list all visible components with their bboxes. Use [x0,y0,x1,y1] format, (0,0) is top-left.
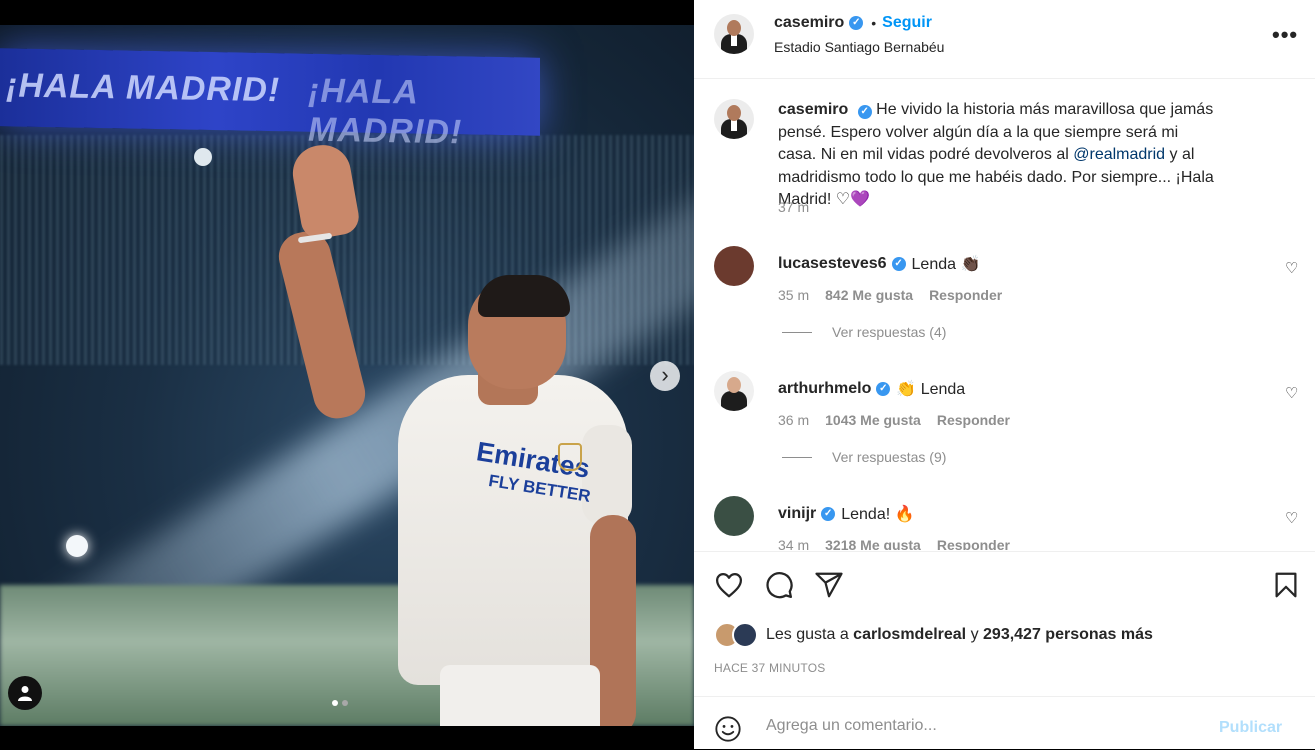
comment-item: lucasesteves6 ✓ Lenda 👏🏿 35 m 842 Me gus… [714,246,1304,356]
liker-username[interactable]: carlosmdelreal [853,626,966,643]
banner-text-repeat: ¡HALA MADRID! [308,71,463,152]
comment-line: arthurhmelo ✓ 👏 Lenda [778,379,965,399]
mention-link[interactable]: @realmadrid [1073,146,1165,163]
bookmark-icon[interactable] [1271,570,1301,600]
heart-icon[interactable]: ♡ [1285,509,1298,527]
caption-timestamp[interactable]: 37 m [778,199,809,215]
comment-meta: 35 m 842 Me gusta Responder [778,287,1002,303]
view-replies-button[interactable]: Ver respuestas (4) [782,324,946,340]
heart-icon[interactable]: ♡ [1285,259,1298,277]
header-user-line: casemiro ✓ • Seguir [774,14,932,32]
comment-item: arthurhmelo ✓ 👏 Lenda 36 m 1043 Me gusta… [714,371,1304,481]
reply-button[interactable]: Responder [929,287,1002,303]
comment-likes[interactable]: 1043 Me gusta [825,412,921,428]
comment-time[interactable]: 36 m [778,412,809,428]
like-heart-icon[interactable] [714,570,744,600]
comment-input[interactable] [764,709,1198,743]
verified-badge-icon: ✓ [857,105,872,119]
club-crest [558,443,582,471]
comment-item: vinijr ✓ Lenda! 🔥 34 m 3218 Me gusta Res… [714,496,1304,550]
player-hair [478,275,570,317]
view-replies-label: Ver respuestas (4) [832,324,947,340]
comment-line: lucasesteves6 ✓ Lenda 👏🏿 [778,254,980,274]
likes-count[interactable]: 293,427 personas más [983,626,1153,643]
replies-divider [782,331,812,333]
replies-divider [782,456,812,458]
comment-meta: 36 m 1043 Me gusta Responder [778,412,1010,428]
carousel-indicator [332,700,348,706]
carousel-dot [342,700,348,706]
comment-username[interactable]: lucasesteves6 [778,255,887,273]
avatar-suit [721,391,747,411]
stadium-light [66,535,88,557]
chevron-right-icon: › [661,362,669,387]
more-options-icon[interactable]: ••• [1272,22,1298,48]
verified-badge-icon: ✓ [876,382,891,396]
comment-text: 👏 Lenda [896,381,966,398]
liker-avatar[interactable] [732,622,758,648]
emoji-smiley-icon[interactable] [714,715,742,743]
likes-summary: Les gusta a carlosmdelreal y 293,427 per… [714,622,1153,648]
post-panel: casemiro ✓ • Seguir Estadio Santiago Ber… [694,0,1315,749]
avatar[interactable] [714,496,754,536]
comment-text: Lenda! 🔥 [841,506,915,523]
stadium-banner: ¡HALA MADRID! ¡HALA MADRID! [0,48,540,151]
comment-username[interactable]: vinijr [778,505,816,523]
avatar-face [727,105,741,121]
comment-likes[interactable]: 842 Me gusta [825,287,913,303]
likes-middle: y [966,626,984,643]
post-actions [694,551,1315,616]
white-heart-emoji: ♡ [835,191,851,208]
player-shorts [440,665,600,726]
comments-list[interactable]: casemiro ✓ He vivido la historia más mar… [694,79,1315,550]
user-icon [18,686,32,701]
comment-username[interactable]: arthurhmelo [778,380,871,398]
avatar-face [727,20,741,36]
verified-badge-icon: ✓ [821,507,836,521]
comment-bubble-icon[interactable] [764,570,794,600]
purple-heart-emoji: 💜 [850,191,871,208]
banner-text: ¡HALA MADRID! [6,66,281,110]
comment-time[interactable]: 34 m [778,537,809,550]
instagram-post-modal: ¡HALA MADRID! ¡HALA MADRID! Emirates FLY… [0,0,1315,749]
post-media: ¡HALA MADRID! ¡HALA MADRID! Emirates FLY… [0,0,694,749]
post-photo: ¡HALA MADRID! ¡HALA MADRID! Emirates FLY… [0,25,694,726]
avatar-face [727,377,741,393]
view-replies-button[interactable]: Ver respuestas (9) [782,449,946,465]
avatar[interactable] [714,246,754,286]
verified-badge-icon: ✓ [891,257,906,271]
heart-icon[interactable]: ♡ [1285,384,1298,402]
view-replies-label: Ver respuestas (9) [832,449,947,465]
avatar[interactable] [714,371,754,411]
add-comment-bar: Publicar [694,696,1315,750]
post-time-ago[interactable]: HACE 37 MINUTOS [714,661,825,675]
post-location[interactable]: Estadio Santiago Bernabéu [774,39,944,55]
comment-meta: 34 m 3218 Me gusta Responder [778,537,1010,550]
publish-button[interactable]: Publicar [1219,719,1282,737]
author-username[interactable]: casemiro [774,14,844,32]
caption-username[interactable]: casemiro [778,101,848,118]
separator-dot: • [871,15,877,31]
follow-button[interactable]: Seguir [882,14,932,32]
comment-likes[interactable]: 3218 Me gusta [825,537,921,550]
comment-time[interactable]: 35 m [778,287,809,303]
caption-text: casemiro ✓ He vivido la historia más mar… [778,99,1218,212]
next-slide-button[interactable]: › [650,361,680,391]
avatar[interactable] [714,14,754,54]
post-header: casemiro ✓ • Seguir Estadio Santiago Ber… [694,0,1315,79]
comment-line: vinijr ✓ Lenda! 🔥 [778,504,915,524]
stadium-light [194,148,212,166]
tagged-users-button[interactable] [8,676,42,710]
carousel-dot-active [332,700,338,706]
likes-text: Les gusta a carlosmdelreal y 293,427 per… [766,626,1153,644]
reply-button[interactable]: Responder [937,412,1010,428]
comment-text: Lenda 👏🏿 [911,256,981,273]
share-paper-plane-icon[interactable] [814,570,844,600]
reply-button[interactable]: Responder [937,537,1010,550]
player-sleeve [582,425,632,525]
likes-prefix: Les gusta a [766,626,854,643]
avatar[interactable] [714,99,754,139]
verified-badge-icon: ✓ [849,16,864,30]
